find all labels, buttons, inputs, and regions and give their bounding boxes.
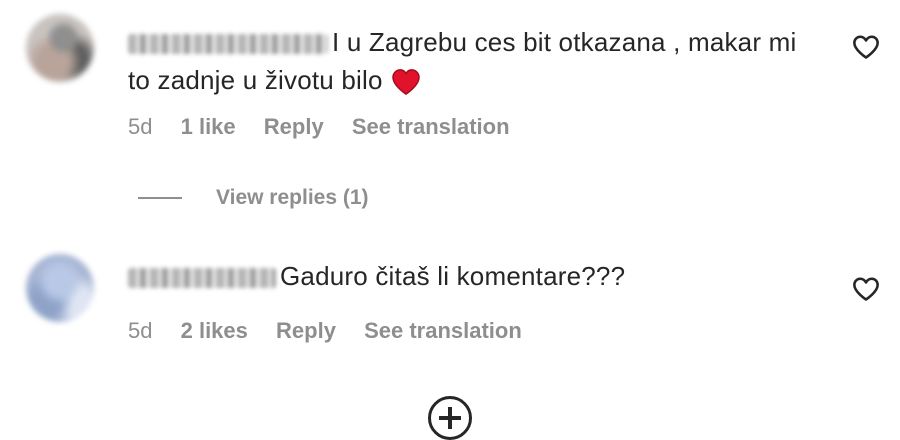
comment-age: 5d <box>128 114 153 139</box>
username-blurred[interactable] <box>128 268 276 289</box>
see-translation-link[interactable]: See translation <box>364 318 522 343</box>
heart-outline-icon[interactable] <box>852 34 880 60</box>
heart-outline-icon[interactable] <box>852 276 880 302</box>
comment-text: Gaduro čitaš li komentare??? <box>280 261 626 291</box>
avatar[interactable] <box>26 14 94 82</box>
comment-meta: 5d 2 likes Reply See translation <box>128 318 544 344</box>
comment-text: to zadnje u životu bilo <box>128 65 383 95</box>
comment-text: I u Zagrebu ces bit otkazana , makar mi <box>332 27 797 57</box>
plus-circle-icon[interactable] <box>428 396 472 440</box>
comment-age: 5d <box>128 318 153 343</box>
view-replies-label[interactable]: View replies (1) <box>216 183 369 213</box>
likes-count-link[interactable]: 1 like <box>181 114 236 139</box>
likes-count-link[interactable]: 2 likes <box>181 318 248 343</box>
reply-button[interactable]: Reply <box>276 318 336 343</box>
username-blurred[interactable] <box>128 34 328 55</box>
avatar[interactable] <box>26 254 94 322</box>
comment-text-line-1: I u Zagrebu ces bit otkazana , makar mi <box>128 24 796 60</box>
comment-text-line-1: Gaduro čitaš li komentare??? <box>128 258 625 294</box>
see-translation-link[interactable]: See translation <box>352 114 510 139</box>
comment-meta: 5d 1 like Reply See translation <box>128 114 532 140</box>
reply-button[interactable]: Reply <box>264 114 324 139</box>
comment-text-line-2: to zadnje u životu bilo <box>128 62 421 98</box>
heart-emoji-icon <box>391 69 420 96</box>
view-replies-divider <box>138 197 182 199</box>
